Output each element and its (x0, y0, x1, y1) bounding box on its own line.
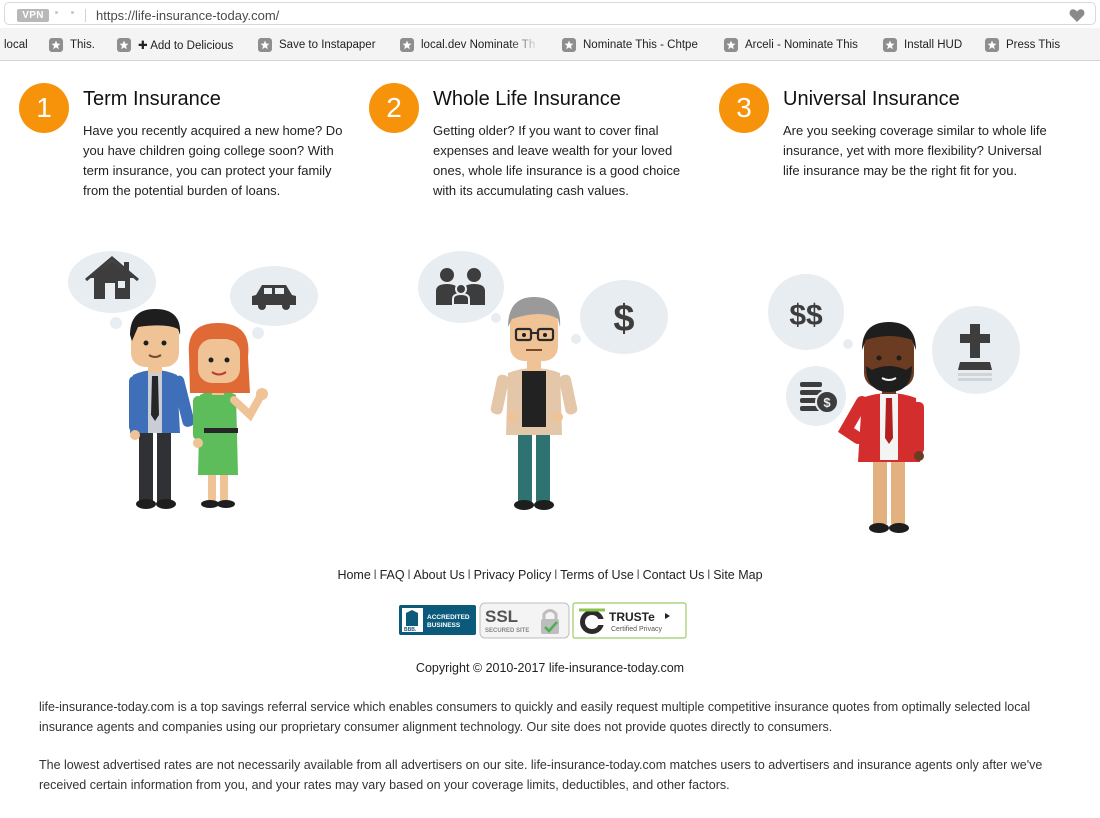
feature-title: Whole Life Insurance (433, 88, 621, 110)
feature-description: Are you seeking coverage similar to whol… (783, 123, 1047, 178)
older-man-figure (490, 297, 578, 510)
disclaimer-paragraph: life-insurance-today.com is a top saving… (39, 700, 1031, 734)
feature-description: Have you recently acquired a new home? D… (83, 123, 343, 198)
bookmark-label: local (4, 39, 28, 51)
older-man-illustration: $ (418, 251, 668, 510)
vpn-badge[interactable]: VPN (17, 9, 49, 22)
svg-text:ACCREDITED: ACCREDITED (427, 614, 470, 621)
bookmark-this[interactable]: This. (49, 37, 95, 53)
bookmark-label: Press This (1006, 39, 1061, 51)
bearded-man-figure (838, 322, 924, 533)
url-text[interactable]: https://life-insurance-today.com/ (96, 8, 279, 23)
footer-link-about-us[interactable]: About Us (413, 568, 464, 582)
star-icon (883, 38, 897, 52)
star-icon (985, 38, 999, 52)
footer-separator: l (373, 568, 377, 582)
bearded-man-illustration: $$ $ (768, 274, 1020, 533)
svg-text:$: $ (823, 395, 831, 410)
bookmark-save-to-instapaper[interactable]: Save to Instapaper (258, 37, 376, 53)
star-icon (400, 38, 414, 52)
copyright-text: Copyright © 2010-2017 life-insurance-tod… (415, 661, 685, 675)
disclaimer-paragraph: The lowest advertised rates are not nece… (39, 758, 1043, 792)
couple-illustration (68, 251, 318, 509)
step-number-badge: 3 (719, 83, 769, 133)
bookmark-label: This. (70, 39, 95, 51)
footer-separator: l (636, 568, 640, 582)
bookmark-label: Arceli - Nominate This (745, 39, 858, 51)
man-figure (129, 309, 195, 509)
browser-toolbar: VPN https://life-insurance-today.com/ (0, 0, 1100, 28)
trust-badges: BBB. ACCREDITED BUSINESS SSL SECURED SIT… (399, 602, 687, 639)
bbb-accredited-badge[interactable]: BBB. ACCREDITED BUSINESS (399, 605, 476, 635)
svg-text:BUSINESS: BUSINESS (427, 622, 461, 629)
star-icon (258, 38, 272, 52)
bookmark-label: Install HUD (904, 39, 963, 51)
svg-text:TRUSTe: TRUSTe (609, 610, 655, 624)
bookmark-label: ✚ Add to Delicious (138, 40, 234, 52)
woman-figure (188, 323, 268, 508)
footer-nav: Home l FAQ l About Us l Privacy Policy l Terms o… (0, 568, 1100, 582)
step-number-badge: 1 (19, 83, 69, 133)
bookmark-press-this[interactable]: Press This (985, 37, 1060, 53)
star-icon (117, 38, 131, 52)
bookmark-localdev-nominate[interactable]: local.dev Nominate Th (400, 37, 540, 53)
bookmark-arceli-nominate[interactable]: Arceli - Nominate This (724, 37, 858, 53)
dot-icon (71, 11, 74, 14)
bookmark-label: Save to Instapaper (279, 39, 376, 51)
footer-link-contact-us[interactable]: Contact Us (643, 568, 705, 582)
ssl-secured-badge[interactable]: SSL SECURED SITE (479, 602, 570, 639)
star-icon (724, 38, 738, 52)
svg-text:Certified Privacy: Certified Privacy (611, 626, 662, 633)
address-separator (85, 9, 86, 22)
dot-icon (55, 11, 58, 14)
footer-separator: l (554, 568, 558, 582)
footer-separator: l (707, 568, 711, 582)
bookmark-local[interactable]: local (4, 37, 28, 53)
feature-description: Getting older? If you want to cover fina… (433, 123, 681, 198)
footer-link-home[interactable]: Home (337, 568, 370, 582)
double-dollar-icon: $$ (789, 299, 823, 332)
star-icon (49, 38, 63, 52)
footer-link-site-map[interactable]: Site Map (713, 568, 762, 582)
bookmark-nominate-this-chtpe[interactable]: Nominate This - Chtpe (562, 37, 698, 53)
svg-text:BBB.: BBB. (404, 627, 417, 633)
bookmark-label: Nominate This - Chtpe (583, 39, 698, 51)
feature-title: Universal Insurance (783, 88, 960, 110)
truste-certified-badge[interactable]: TRUSTe Certified Privacy (572, 602, 687, 639)
bookmark-install-hud[interactable]: Install HUD (883, 37, 962, 53)
svg-text:SECURED SITE: SECURED SITE (485, 628, 529, 634)
footer-link-faq[interactable]: FAQ (380, 568, 405, 582)
step-number-badge: 2 (369, 83, 419, 133)
footer-separator: l (467, 568, 471, 582)
footer-separator: l (407, 568, 411, 582)
bookmark-label: local.dev Nominate Th (421, 39, 536, 51)
bookmark-add-to-delicious[interactable]: ✚ Add to Delicious (117, 37, 233, 53)
star-icon (562, 38, 576, 52)
feature-title: Term Insurance (83, 88, 221, 110)
address-bar[interactable]: VPN https://life-insurance-today.com/ (4, 2, 1096, 25)
footer-link-privacy-policy[interactable]: Privacy Policy (474, 568, 552, 582)
footer-link-terms-of-use[interactable]: Terms of Use (560, 568, 634, 582)
dollar-icon: $ (613, 298, 634, 340)
bookmarks-bar: local This. ✚ Add to Delicious Save to I… (0, 28, 1100, 61)
heart-icon[interactable] (1069, 8, 1085, 23)
svg-text:SSL: SSL (485, 607, 518, 626)
